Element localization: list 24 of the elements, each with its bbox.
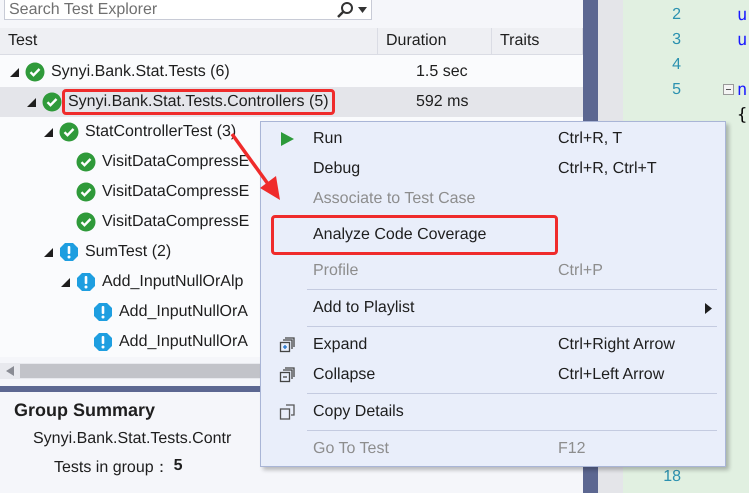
test-name: Add_InputNullOrAlp: [102, 272, 244, 292]
test-name: VisitDataCompressE: [102, 152, 250, 172]
duration: 592 ms: [416, 93, 468, 110]
test-name: Add_InputNullOrA: [119, 302, 248, 322]
line-number: 18: [663, 468, 681, 484]
code-text: {: [737, 104, 748, 124]
line-number: 3: [672, 30, 681, 48]
test-name: Synyi.Bank.Stat.Tests (6): [51, 62, 230, 82]
test-name: VisitDataCompressE: [102, 212, 250, 232]
code-text: n: [737, 80, 748, 100]
test-name: Add_InputNullOrA: [119, 332, 248, 352]
line-number: 5: [672, 80, 681, 98]
line-number: 4: [672, 56, 681, 72]
line-number: 2: [672, 6, 681, 22]
tests-count: 5: [174, 457, 183, 476]
code-text: u: [737, 4, 748, 24]
group-summary-title: Group Summary: [14, 400, 156, 421]
tests-count-label: Tests in group：: [54, 458, 170, 478]
test-name: SumTest (2): [85, 242, 172, 262]
code-text: u: [737, 30, 748, 50]
test-name: Synyi.Bank.Stat.Tests.Controllers (5): [62, 89, 335, 115]
group-name: Synyi.Bank.Stat.Tests.Contr: [33, 430, 232, 448]
test-name: VisitDataCompressE: [102, 182, 250, 202]
duration: 1.5 sec: [416, 63, 468, 80]
